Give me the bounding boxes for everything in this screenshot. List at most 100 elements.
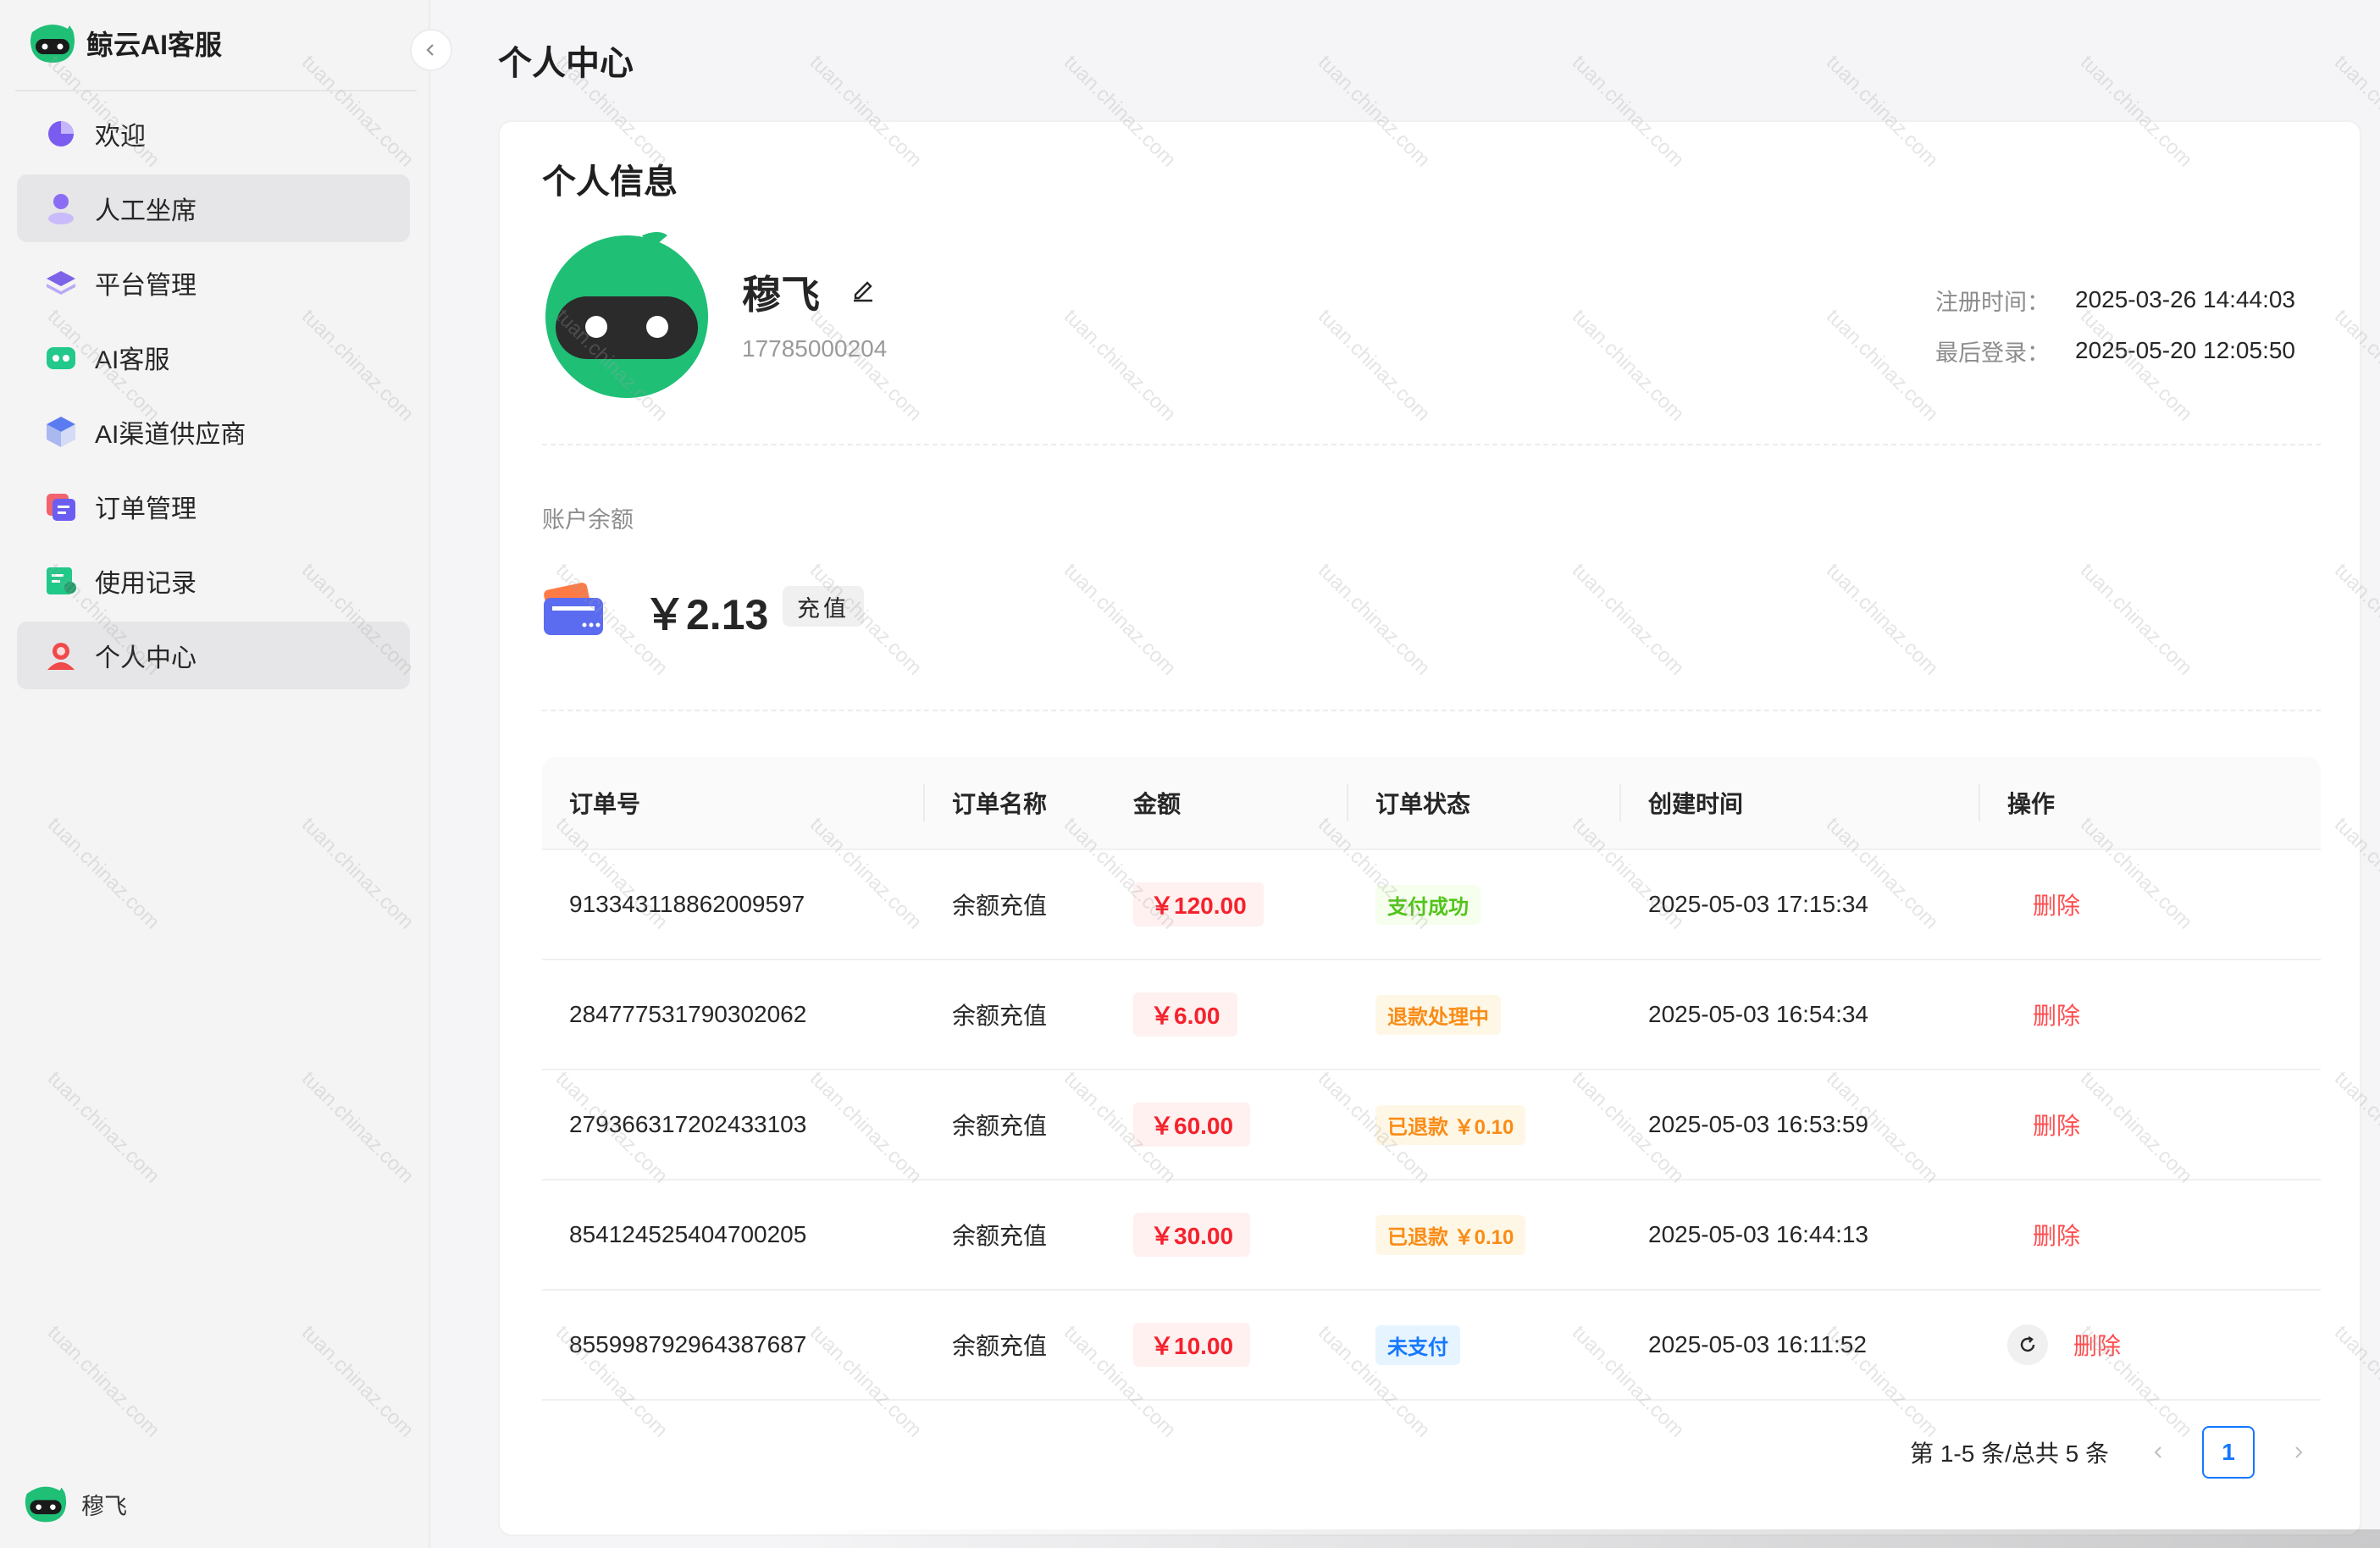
order-name: 余额充值 — [952, 1223, 1048, 1249]
column-header: 订单状态 — [1348, 757, 1621, 849]
card-title: 个人信息 — [542, 163, 678, 201]
user-center-icon — [44, 639, 78, 672]
amount-tag: ￥60.00 — [1133, 1103, 1251, 1147]
last-login-label: 最后登录： — [1935, 340, 2050, 366]
login-meta: 注册时间： 2025-03-26 14:44:03 最后登录： 2025-05-… — [1935, 274, 2295, 376]
sidebar-user-name: 穆飞 — [81, 1493, 127, 1519]
amount-tag: ￥30.00 — [1133, 1213, 1251, 1257]
pie-chart-icon — [44, 117, 78, 151]
current-user[interactable]: 穆飞 — [24, 1484, 127, 1524]
created-time: 2025-05-03 16:44:13 — [1648, 1221, 1868, 1247]
sidebar-item-label: AI客服 — [95, 346, 170, 374]
amount-tag: ￥6.00 — [1133, 992, 1237, 1037]
person-icon — [44, 191, 78, 225]
sidebar-item-agent-seat[interactable]: 人工坐席 — [17, 174, 410, 242]
user-phone: 17785000204 — [742, 335, 888, 362]
balance-label: 账户余额 — [542, 507, 634, 533]
sidebar-item-label: 使用记录 — [95, 570, 196, 598]
delete-link[interactable]: 删除 — [2033, 887, 2080, 921]
delete-link[interactable]: 删除 — [2033, 1108, 2080, 1142]
layers-icon — [44, 266, 78, 300]
divider — [542, 710, 2321, 711]
order-id: 284777531790302062 — [569, 1001, 807, 1027]
column-header: 订单号 — [542, 757, 925, 849]
created-time: 2025-05-03 17:15:34 — [1648, 891, 1868, 917]
pagination: 第 1-5 条/总共 5 条 1 — [1910, 1426, 2317, 1479]
column-header: 创建时间 — [1621, 757, 1980, 849]
order-name: 余额充值 — [952, 1113, 1048, 1139]
prev-page-button[interactable] — [2139, 1434, 2177, 1471]
sidebar-item-ai-provider[interactable]: AI渠道供应商 — [17, 398, 410, 466]
avatar — [25, 1486, 67, 1523]
amount-tag: ￥10.00 — [1133, 1323, 1251, 1367]
divider — [542, 444, 2321, 445]
robot-icon — [44, 340, 78, 374]
orders-table: 订单号 订单名称 金额 订单状态 创建时间 操作 913343118862009… — [542, 757, 2321, 1401]
order-cards-icon — [44, 489, 78, 523]
balance-amount: ￥2.13 — [644, 591, 769, 639]
register-time: 2025-03-26 14:44:03 — [2075, 286, 2295, 312]
record-doc-icon — [44, 564, 78, 598]
sidebar-item-platform[interactable]: 平台管理 — [17, 249, 410, 317]
wallet-icon — [544, 583, 603, 635]
column-header: 操作 — [2007, 791, 2056, 817]
sidebar-item-label: 欢迎 — [95, 123, 146, 151]
order-name: 余额充值 — [952, 893, 1048, 919]
status-badge: 已退款 ￥0.10 — [1375, 1214, 1526, 1255]
order-id: 913343118862009597 — [569, 891, 805, 917]
sidebar-item-orders[interactable]: 订单管理 — [17, 473, 410, 540]
sidebar-item-label: 平台管理 — [95, 272, 196, 300]
chevron-right-icon — [2295, 1446, 2303, 1458]
chevron-left-icon — [2154, 1446, 2161, 1458]
created-time: 2025-05-03 16:54:34 — [1648, 1001, 1868, 1027]
table-row: 854124525404700205 余额充值 ￥30.00 已退款 ￥0.10… — [542, 1180, 2321, 1291]
sidebar: 鲸云AI客服 欢迎 人工坐席 平台管理 AI客服 AI渠道供应商 订单管理 使用… — [0, 0, 430, 1548]
delete-link[interactable]: 删除 — [2033, 1218, 2080, 1252]
table-row: 279366317202433103 余额充值 ￥60.00 已退款 ￥0.10… — [542, 1070, 2321, 1180]
status-badge: 已退款 ￥0.10 — [1375, 1104, 1526, 1145]
collapse-sidebar-button[interactable] — [410, 29, 452, 71]
column-header: 订单名称 — [952, 791, 1048, 817]
page-number-button[interactable]: 1 — [2202, 1426, 2255, 1479]
refresh-button[interactable] — [2007, 1324, 2048, 1365]
brand[interactable]: 鲸云AI客服 — [29, 22, 222, 64]
delete-link[interactable]: 删除 — [2033, 998, 2080, 1031]
sidebar-item-label: 订单管理 — [95, 495, 196, 523]
profile-card: 个人信息 穆飞 17785000204 注册时间： 2025-03-26 14:… — [498, 120, 2361, 1536]
sidebar-item-label: AI渠道供应商 — [95, 421, 246, 449]
sidebar-item-ai-service[interactable]: AI客服 — [17, 323, 410, 391]
robot-logo-icon — [30, 25, 75, 63]
column-header: 金额 — [1106, 757, 1348, 849]
recharge-button[interactable]: 充值 — [783, 586, 864, 627]
edit-icon[interactable] — [849, 274, 877, 303]
delete-link[interactable]: 删除 — [2073, 1328, 2121, 1362]
table-row: 284777531790302062 余额充值 ￥6.00 退款处理中 2025… — [542, 960, 2321, 1070]
created-time: 2025-05-03 16:11:52 — [1648, 1331, 1867, 1357]
created-time: 2025-05-03 16:53:59 — [1648, 1111, 1868, 1137]
table-row: 855998792964387687 余额充值 ￥10.00 未支付 2025-… — [542, 1291, 2321, 1401]
sidebar-menu: 欢迎 人工坐席 平台管理 AI客服 AI渠道供应商 订单管理 使用记录 个人中心 — [17, 100, 410, 696]
bottom-scroll-shadow — [762, 1529, 2380, 1548]
cube-icon — [44, 415, 78, 449]
pagination-total: 第 1-5 条/总共 5 条 — [1910, 1440, 2109, 1467]
app-name: 鲸云AI客服 — [86, 30, 223, 60]
order-id: 855998792964387687 — [569, 1331, 807, 1357]
sidebar-item-usage[interactable]: 使用记录 — [17, 547, 410, 615]
avatar[interactable] — [542, 230, 711, 400]
order-name: 余额充值 — [952, 1003, 1048, 1029]
user-name: 穆飞 — [742, 273, 820, 317]
last-login-time: 2025-05-20 12:05:50 — [2075, 337, 2295, 363]
status-badge: 退款处理中 — [1375, 994, 1501, 1035]
table-row: 913343118862009597 余额充值 ￥120.00 支付成功 202… — [542, 850, 2321, 960]
sidebar-item-welcome[interactable]: 欢迎 — [17, 100, 410, 168]
sidebar-item-profile[interactable]: 个人中心 — [17, 622, 410, 689]
order-name: 余额充值 — [952, 1333, 1048, 1359]
divider — [15, 90, 417, 91]
refresh-icon — [2020, 1335, 2035, 1352]
sidebar-item-label: 人工坐席 — [95, 197, 196, 225]
status-badge: 未支付 — [1375, 1324, 1460, 1365]
status-badge: 支付成功 — [1375, 884, 1481, 925]
next-page-button[interactable] — [2280, 1434, 2317, 1471]
order-id: 279366317202433103 — [569, 1111, 807, 1137]
amount-tag: ￥120.00 — [1133, 882, 1264, 926]
